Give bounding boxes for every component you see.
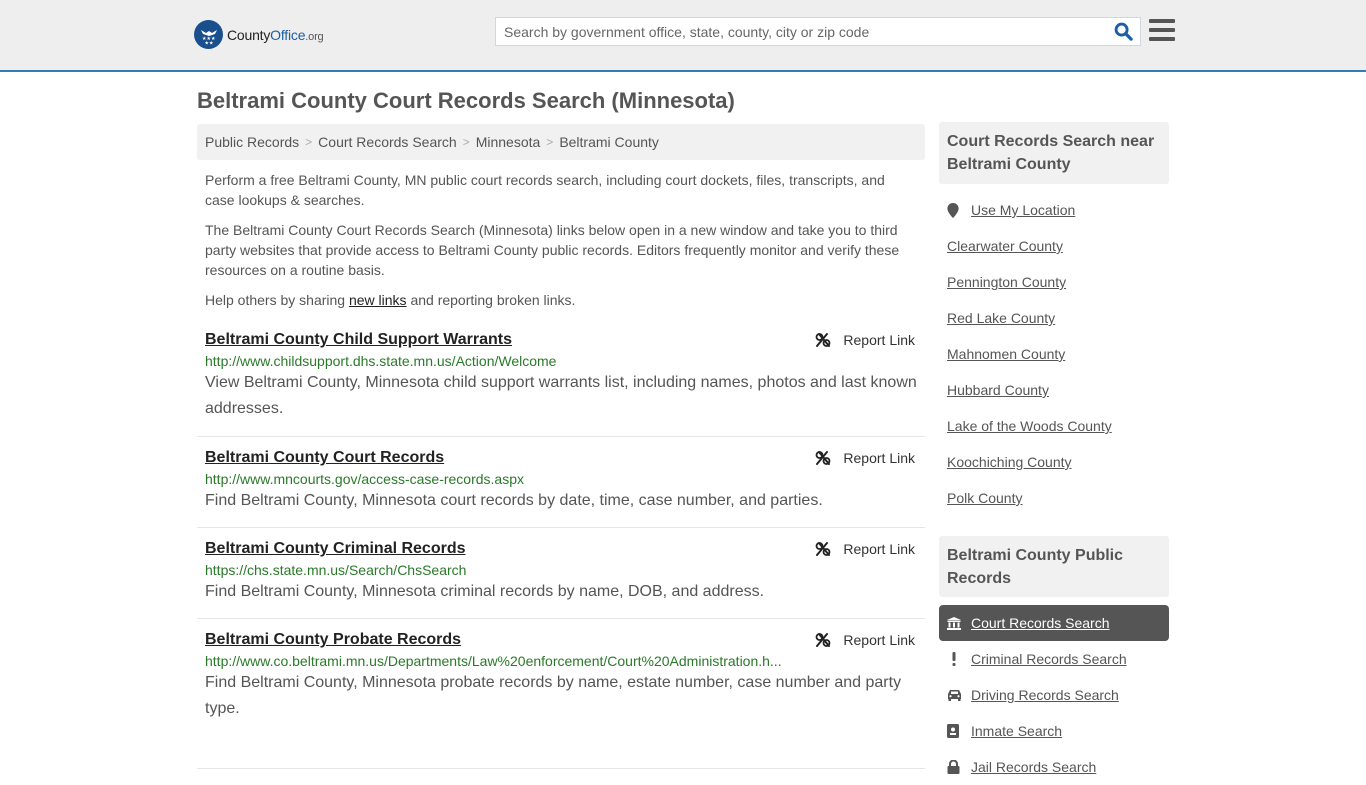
report-link-button[interactable]: Report Link	[815, 450, 915, 466]
new-links-link[interactable]: new links	[349, 292, 407, 308]
broken-link-icon	[816, 333, 831, 347]
report-link-button[interactable]: Report Link	[815, 541, 915, 557]
eagle-stars-logo-icon: ★★★ ★★	[194, 20, 223, 49]
intro-text: Perform a free Beltrami County, MN publi…	[205, 170, 917, 320]
breadcrumb-separator: >	[462, 135, 470, 149]
report-link-button[interactable]: Report Link	[815, 332, 915, 348]
result-title-link[interactable]: Beltrami County Child Support Warrants	[205, 331, 512, 349]
hamburger-menu-icon[interactable]	[1149, 19, 1175, 43]
nearby-county-link[interactable]: Pennington County	[947, 264, 1169, 300]
breadcrumb: Public Records > Court Records Search > …	[197, 124, 925, 160]
nav-inmate-search[interactable]: Inmate Search	[939, 713, 1169, 749]
nav-driving-records-search[interactable]: Driving Records Search	[939, 677, 1169, 713]
broken-link-icon	[816, 451, 831, 465]
result-title-link[interactable]: Beltrami County Probate Records	[205, 631, 461, 649]
car-icon	[947, 689, 971, 701]
courthouse-icon	[947, 616, 971, 630]
intro-paragraph: Perform a free Beltrami County, MN publi…	[205, 172, 885, 208]
result-description: Find Beltrami County, Minnesota criminal…	[205, 583, 765, 600]
result-url: http://www.childsupport.dhs.state.mn.us/…	[205, 353, 557, 369]
use-my-location-link[interactable]: Use My Location	[947, 192, 1169, 228]
svg-text:★★: ★★	[204, 40, 213, 46]
result-description: View Beltrami County, Minnesota child su…	[205, 374, 917, 417]
result-item: Beltrami County Probate Records Report L…	[197, 619, 925, 769]
public-records-heading-box: Beltrami County Public Records	[939, 536, 1169, 597]
page-title: Beltrami County Court Records Search (Mi…	[197, 88, 735, 113]
result-title-link[interactable]: Beltrami County Court Records	[205, 449, 444, 467]
result-item: Beltrami County Court Records Report Lin…	[197, 437, 925, 528]
nearby-county-link[interactable]: Mahnomen County	[947, 336, 1169, 372]
broken-link-icon	[816, 542, 831, 556]
result-item: Beltrami County Child Support Warrants R…	[197, 328, 925, 437]
nearby-heading: Court Records Search near Beltrami Count…	[947, 133, 1155, 173]
nearby-county-link[interactable]: Koochiching County	[947, 444, 1169, 480]
broken-link-icon	[816, 633, 831, 647]
result-title-link[interactable]: Beltrami County Criminal Records	[205, 540, 466, 558]
breadcrumb-public-records[interactable]: Public Records	[205, 134, 299, 150]
nearby-counties-list: Use My Location Clearwater County Pennin…	[947, 192, 1169, 516]
search-input[interactable]	[496, 18, 1106, 45]
nearby-county-link[interactable]: Hubbard County	[947, 372, 1169, 408]
breadcrumb-separator: >	[305, 135, 313, 149]
result-url: http://www.co.beltrami.mn.us/Departments…	[205, 653, 782, 669]
intro-help-paragraph: Help others by sharing new links and rep…	[205, 292, 576, 308]
map-marker-icon	[947, 202, 971, 218]
exclamation-icon	[947, 652, 971, 666]
nearby-county-link[interactable]: Lake of the Woods County	[947, 408, 1169, 444]
top-header: ★★★ ★★ CountyOffice.org	[0, 0, 1366, 72]
result-url: https://chs.state.mn.us/Search/ChsSearch	[205, 562, 467, 578]
result-url: http://www.mncourts.gov/access-case-reco…	[205, 471, 525, 487]
nav-court-records-search[interactable]: Court Records Search	[939, 605, 1169, 641]
id-badge-icon	[947, 724, 971, 738]
lock-icon	[947, 760, 971, 774]
nav-jail-records-search[interactable]: Jail Records Search	[939, 749, 1169, 785]
breadcrumb-court-records-search[interactable]: Court Records Search	[318, 134, 457, 150]
result-item: Beltrami County Criminal Records Report …	[197, 528, 925, 619]
search-icon	[1114, 22, 1133, 41]
breadcrumb-beltrami-county[interactable]: Beltrami County	[559, 134, 659, 150]
search-button[interactable]	[1106, 18, 1140, 45]
nav-criminal-records-search[interactable]: Criminal Records Search	[939, 641, 1169, 677]
nearby-county-link[interactable]: Red Lake County	[947, 300, 1169, 336]
nearby-county-link[interactable]: Polk County	[947, 480, 1169, 516]
nearby-county-link[interactable]: Clearwater County	[947, 228, 1169, 264]
intro-paragraph: The Beltrami County Court Records Search…	[205, 222, 900, 278]
breadcrumb-minnesota[interactable]: Minnesota	[476, 134, 541, 150]
results-list: Beltrami County Child Support Warrants R…	[197, 328, 925, 769]
site-logo[interactable]: ★★★ ★★ CountyOffice.org	[194, 20, 324, 49]
result-description: Find Beltrami County, Minnesota probate …	[205, 674, 902, 717]
site-search	[495, 17, 1141, 46]
report-link-button[interactable]: Report Link	[815, 632, 915, 648]
breadcrumb-separator: >	[546, 135, 554, 149]
nearby-heading-box: Court Records Search near Beltrami Count…	[939, 122, 1169, 184]
public-records-heading: Beltrami County Public Records	[947, 547, 1124, 587]
logo-wordmark: CountyOffice.org	[227, 26, 324, 43]
public-records-nav: Court Records Search Criminal Records Se…	[939, 605, 1169, 785]
result-description: Find Beltrami County, Minnesota court re…	[205, 492, 823, 509]
